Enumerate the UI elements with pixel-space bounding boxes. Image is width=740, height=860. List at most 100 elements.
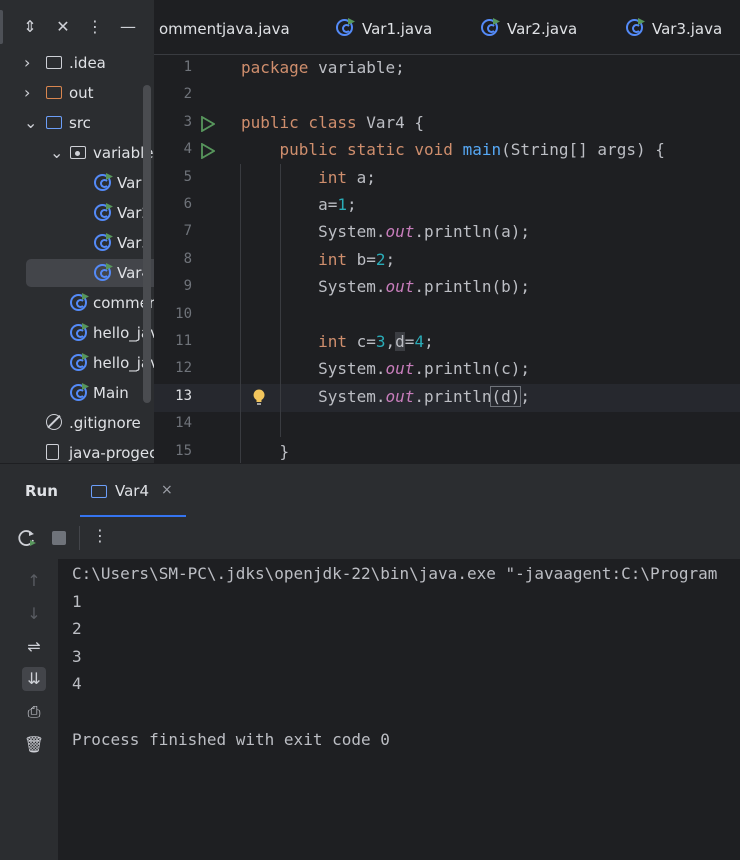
stop-icon[interactable]	[52, 531, 66, 545]
tree-item[interactable]: Var4	[26, 259, 154, 287]
tree-item[interactable]: Main	[12, 379, 154, 407]
line-number: 2	[183, 86, 192, 103]
arrow-down-icon[interactable]: ↓	[22, 602, 46, 626]
code-line: int c=3,d=4;	[318, 332, 434, 351]
line-number: 3	[183, 113, 192, 130]
code-editor[interactable]: ommentjava.java Var1.java Var2.java Var3.ja…	[154, 0, 740, 463]
expand-all-icon[interactable]: ⇕	[20, 16, 40, 38]
trash-icon[interactable]: 🗑	[22, 733, 46, 757]
chevron-down-icon[interactable]: ⌄	[50, 139, 63, 167]
chevron-right-icon[interactable]: ›	[24, 49, 30, 77]
console-icon	[91, 485, 107, 498]
code-line: System.out.println(d);	[241, 385, 531, 407]
close-icon[interactable]: ×	[161, 482, 173, 498]
code-line: package variable;	[241, 58, 405, 77]
scroll-to-end-icon[interactable]: ⇊	[22, 667, 46, 691]
more-options-icon[interactable]: ⋮	[92, 526, 108, 545]
java-class-icon	[94, 173, 113, 191]
code-line: a=1;	[241, 195, 357, 214]
rerun-icon[interactable]	[16, 527, 38, 549]
console-line: 1	[72, 591, 82, 611]
code-line: int a;	[318, 167, 376, 187]
line-number: 4	[183, 141, 192, 158]
chevron-down-icon[interactable]: ⌄	[24, 109, 37, 137]
run-panel-title: Run	[25, 482, 58, 500]
folder-icon	[46, 56, 62, 69]
tree-item[interactable]: Var1	[12, 169, 154, 197]
run-gutter-icon[interactable]	[201, 115, 215, 132]
line-number: 10	[175, 305, 192, 322]
tree-item[interactable]: .gitignore	[12, 409, 154, 437]
java-class-icon	[336, 18, 355, 36]
tree-item[interactable]: commer	[12, 289, 154, 317]
tree-item-label: src	[69, 114, 91, 132]
tree-item[interactable]: ⌄ variable	[12, 139, 154, 167]
run-badge-icon	[106, 173, 113, 180]
console-output[interactable]: C:\Users\SM-PC\.jdks\openjdk-22\bin\java…	[58, 559, 740, 860]
package-dot	[75, 151, 80, 156]
tree-scrollbar[interactable]	[143, 85, 151, 403]
editor-tab-label: ommentjava.java	[159, 20, 290, 38]
line-number: 7	[183, 223, 192, 240]
chevron-right-icon[interactable]: ›	[24, 79, 30, 107]
toolbar-divider	[79, 526, 80, 550]
run-tab-label: Var4	[115, 482, 149, 500]
project-toolbar: ⇕ ✕ ⋮ —	[12, 0, 154, 54]
code-line: public static void main(String[] args) {	[279, 140, 665, 160]
tree-item-label: .gitignore	[69, 414, 141, 432]
tree-item[interactable]: › out	[12, 79, 154, 107]
run-gutter-icon[interactable]	[201, 143, 215, 160]
collapse-all-icon[interactable]: ✕	[53, 16, 73, 38]
run-badge-icon	[82, 323, 89, 330]
java-class-icon	[481, 18, 500, 36]
more-options-icon[interactable]: ⋮	[85, 16, 105, 38]
project-panel: ⇕ ✕ ⋮ — › .idea › out ⌄ src ⌄ variable Var1 Var2 V…	[12, 0, 154, 463]
run-badge-icon	[106, 263, 113, 270]
tree-item[interactable]: ⌄ src	[12, 109, 154, 137]
tree-item[interactable]: hello_jav	[12, 319, 154, 347]
tree-item-label: Main	[93, 384, 129, 402]
line-number: 15	[175, 442, 192, 459]
intention-bulb-icon[interactable]	[252, 389, 266, 407]
java-class-icon	[70, 353, 89, 371]
print-icon[interactable]: ⎙	[22, 700, 46, 724]
run-badge-icon	[348, 18, 355, 25]
java-class-icon	[70, 293, 89, 311]
tree-item[interactable]: › .idea	[12, 49, 154, 77]
hide-panel-icon[interactable]: —	[118, 16, 138, 38]
run-badge-icon	[493, 18, 500, 25]
console-line: 3	[72, 646, 82, 666]
console-line: Process finished with exit code 0	[72, 729, 390, 749]
run-badge-icon	[82, 353, 89, 360]
java-class-icon	[94, 233, 113, 251]
arrow-up-icon[interactable]: ↑	[22, 569, 46, 593]
run-badge-icon	[82, 293, 89, 300]
code-line: System.out.println(c);	[241, 359, 530, 379]
code-line: System.out.println(a);	[241, 222, 530, 242]
line-number: 5	[183, 168, 192, 185]
editor-tab-label: Var2.java	[507, 20, 578, 38]
tree-item-label: out	[69, 84, 94, 102]
tree-item[interactable]: hello_jav	[12, 349, 154, 377]
java-class-icon	[94, 263, 113, 281]
folder-icon	[46, 116, 62, 129]
java-class-icon	[70, 323, 89, 341]
tree-item[interactable]: java-progec	[12, 439, 154, 463]
run-panel-header: Run Var4 ×	[0, 463, 740, 518]
tree-item[interactable]: Var2	[12, 199, 154, 227]
tree-item[interactable]: Var3	[12, 229, 154, 257]
file-icon	[46, 444, 59, 460]
run-badge-icon	[638, 18, 645, 25]
tree-item-label: java-progec	[69, 444, 154, 462]
run-toolbar: ⋮	[0, 517, 740, 559]
run-badge-icon	[106, 203, 113, 210]
editor-tab-bar: ommentjava.java Var1.java Var2.java Var3.ja…	[154, 0, 740, 55]
line-number: 1	[183, 59, 192, 75]
strip-indicator	[0, 10, 3, 44]
java-class-icon	[626, 18, 645, 36]
line-number: 8	[183, 250, 192, 267]
line-number: 14	[175, 415, 192, 432]
soft-wrap-icon[interactable]: ⇌	[22, 635, 46, 659]
run-tab-var4[interactable]: Var4 ×	[80, 464, 186, 518]
code-line: }	[241, 441, 290, 461]
